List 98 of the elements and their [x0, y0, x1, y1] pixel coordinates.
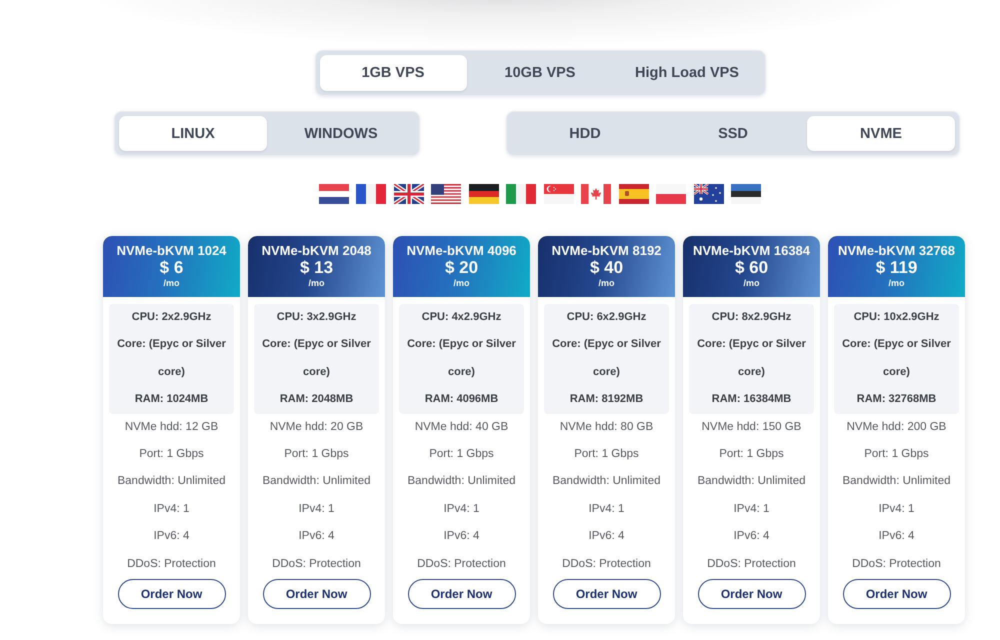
spec-text: NVMe hdd: 200 GB [846, 420, 946, 435]
tab[interactable]: NVME [807, 116, 955, 151]
spec-text: Bandwidth: Unlimited [407, 474, 516, 490]
spec-text: IPv4: 1 [588, 502, 624, 517]
spec-text: Port: 1 Gbps [574, 447, 639, 462]
spec-text: CPU: 6x2.9GHz [566, 310, 646, 325]
spec-text: RAM: 2048MB [280, 392, 354, 408]
plan-name: NVMe-bKVM 4096 [406, 243, 516, 258]
tab[interactable]: WINDOWS [267, 116, 415, 151]
spec-text: Port: 1 Gbps [139, 447, 204, 462]
order-button[interactable]: Order Now [698, 579, 806, 610]
spec-text: CPU: 3x2.9GHz [276, 310, 356, 325]
spec-text: RAM: 16384MB [712, 392, 792, 408]
spec-text: DDoS: Protection [127, 556, 216, 572]
american-flag-icon[interactable] [431, 184, 462, 204]
tab[interactable]: 10GB VPS [466, 55, 614, 91]
spec-text: Port: 1 Gbps [429, 447, 494, 462]
plan-name: NVMe-bKVM 1024 [116, 243, 226, 258]
price-period: /mo [163, 277, 180, 289]
spec-text: RAM: 32768MB [856, 392, 936, 408]
spec-text: IPv6: 4 [298, 529, 334, 544]
plan-price: $ 40 [590, 258, 624, 277]
estonian-flag-icon[interactable] [731, 184, 762, 204]
british-flag-icon[interactable] [394, 184, 424, 204]
spec-text: IPv4: 1 [878, 502, 914, 517]
spec-text: NVMe hdd: 12 GB [124, 420, 218, 435]
plan-price: $ 119 [876, 258, 918, 277]
dutch-flag-icon[interactable] [318, 184, 349, 204]
spec-text: NVMe hdd: 80 GB [560, 420, 654, 435]
tab[interactable]: LINUX [119, 116, 267, 151]
spec-text: RAM: 1024MB [134, 392, 208, 408]
plan-price: $ 60 [734, 258, 768, 277]
spec-text: IPv6: 4 [154, 529, 190, 544]
spec-text: Port: 1 Gbps [284, 447, 349, 462]
spec-text: CPU: 10x2.9GHz [854, 310, 940, 325]
spec-text: Core: (Epyc or Silver core) [261, 337, 372, 380]
spec-text: CPU: 8x2.9GHz [712, 310, 792, 325]
spec-text: CPU: 4x2.9GHz [422, 310, 502, 325]
spec-text: NVMe hdd: 40 GB [414, 420, 508, 435]
spec-text: NVMe hdd: 150 GB [702, 420, 802, 435]
tab[interactable]: 1GB VPS [320, 55, 466, 91]
spec-text: IPv4: 1 [444, 502, 480, 517]
plan-price: $ 6 [160, 258, 184, 277]
french-flag-icon[interactable] [356, 184, 386, 204]
spec-text: IPv4: 1 [154, 502, 190, 517]
spec-text: RAM: 4096MB [424, 392, 498, 408]
order-button[interactable]: Order Now [408, 579, 516, 610]
spec-text: Core: (Epyc or Silver core) [116, 337, 227, 380]
spec-text: Bandwidth: Unlimited [697, 474, 806, 490]
singapore-flag-icon[interactable] [544, 184, 574, 204]
price-period: /mo [308, 277, 324, 289]
spec-text: IPv6: 4 [878, 529, 914, 544]
tab[interactable]: High Load VPS [614, 55, 760, 91]
spanish-flag-icon[interactable] [618, 184, 649, 204]
spec-text: Bandwidth: Unlimited [842, 474, 951, 490]
spec-text: IPv6: 4 [444, 529, 480, 544]
spec-text: Core: (Epyc or Silver core) [696, 337, 807, 380]
spec-text: Core: (Epyc or Silver core) [551, 337, 662, 380]
tab[interactable]: HDD [511, 116, 659, 151]
spec-text: DDoS: Protection [272, 556, 361, 572]
canadian-flag-icon[interactable] [581, 184, 612, 204]
plan-name: NVMe-bKVM 2048 [262, 243, 372, 258]
polish-flag-icon[interactable] [656, 184, 686, 204]
order-button[interactable]: Order Now [262, 579, 370, 610]
australian-flag-icon[interactable] [694, 184, 724, 204]
spec-text: DDoS: Protection [562, 556, 651, 572]
plan-name: NVMe-bKVM 16384 [692, 243, 810, 258]
plan-name: NVMe-bKVM 32768 [838, 243, 956, 258]
spec-text: Core: (Epyc or Silver core) [406, 337, 517, 380]
german-flag-icon[interactable] [468, 184, 499, 204]
spec-text: Port: 1 Gbps [864, 447, 929, 462]
order-button[interactable]: Order Now [552, 579, 660, 610]
spec-text: RAM: 8192MB [570, 392, 644, 408]
plan-price: $ 13 [300, 258, 334, 277]
order-button[interactable]: Order Now [842, 579, 950, 610]
spec-text: CPU: 2x2.9GHz [132, 310, 212, 325]
spec-text: IPv6: 4 [734, 529, 770, 544]
italian-flag-icon[interactable] [506, 184, 536, 204]
spec-text: IPv4: 1 [298, 502, 334, 517]
price-period: /mo [453, 277, 470, 289]
spec-text: Core: (Epyc or Silver core) [841, 337, 952, 380]
price-period: /mo [888, 277, 904, 289]
spec-text: DDoS: Protection [707, 556, 796, 572]
spec-text: NVMe hdd: 20 GB [270, 420, 364, 435]
spec-text: Bandwidth: Unlimited [262, 474, 371, 490]
price-period: /mo [743, 277, 760, 289]
spec-text: Bandwidth: Unlimited [552, 474, 661, 490]
spec-text: DDoS: Protection [852, 556, 941, 572]
spec-text: DDoS: Protection [417, 556, 506, 572]
plan-name: NVMe-bKVM 8192 [552, 243, 662, 258]
order-button[interactable]: Order Now [118, 579, 226, 610]
spec-text: Bandwidth: Unlimited [117, 474, 226, 490]
price-period: /mo [598, 277, 614, 289]
spec-text: IPv4: 1 [734, 502, 770, 517]
spec-text: IPv6: 4 [588, 529, 624, 544]
tab[interactable]: SSD [659, 116, 807, 151]
spec-text: Port: 1 Gbps [719, 447, 784, 462]
plan-price: $ 20 [444, 258, 478, 277]
